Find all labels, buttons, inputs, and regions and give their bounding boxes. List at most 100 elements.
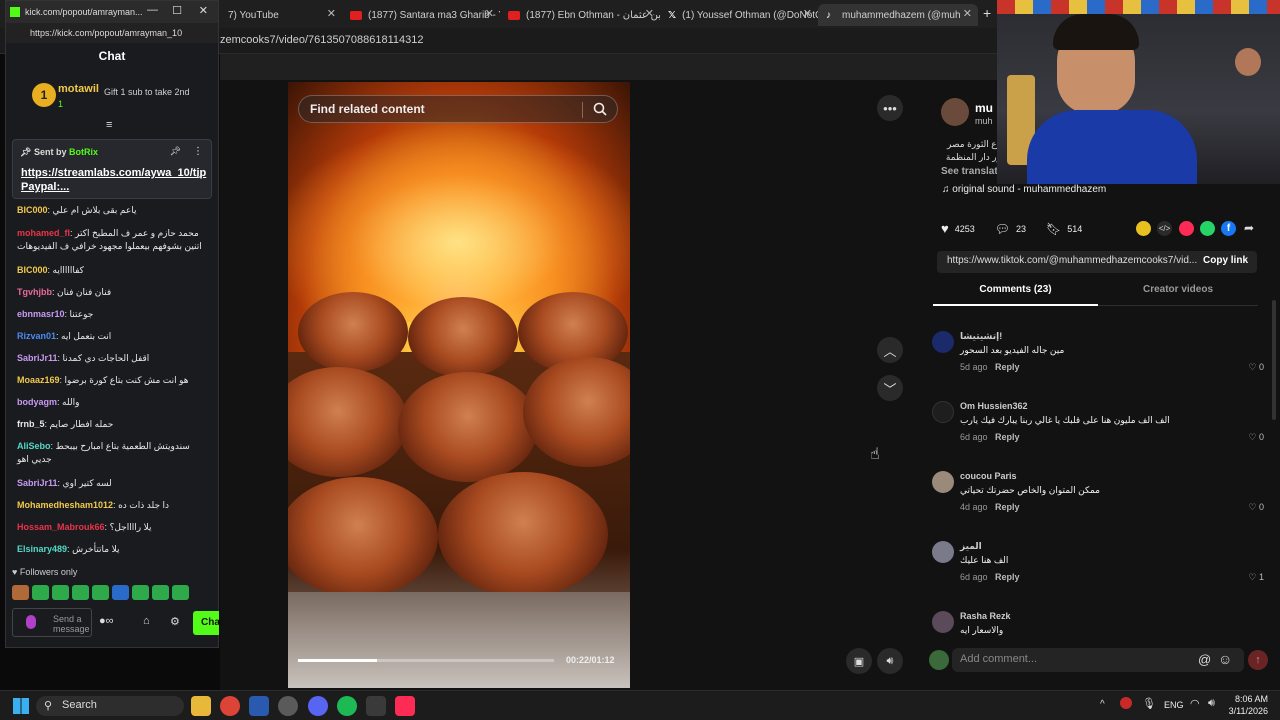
post-comment-button[interactable]: ↑: [1248, 650, 1268, 670]
tab-ebn-othman[interactable]: (1877) Ebn Othman - ابن عثمان ✕: [500, 4, 660, 26]
pinned-bot-name[interactable]: BotRix: [69, 147, 98, 157]
comment-stat[interactable]: 💬︎ 23: [995, 222, 1026, 236]
chat-username[interactable]: mohamed_fl: [17, 228, 70, 238]
commenter-name[interactable]: Om Hussien362: [960, 401, 1028, 411]
facebook-icon[interactable]: f: [1221, 221, 1236, 236]
chat-username[interactable]: Hossam_Mabrouk66: [17, 522, 105, 532]
close-icon[interactable]: ✕: [485, 7, 494, 20]
commenter-name[interactable]: إتشيتيشا!: [960, 331, 1002, 342]
chat-username[interactable]: Mohamedhesham1012: [17, 500, 113, 510]
commenter-avatar[interactable]: [932, 471, 954, 493]
tab-comments[interactable]: Comments (23): [933, 284, 1098, 306]
chat-username[interactable]: frnb_5: [17, 419, 45, 429]
microphone-icon[interactable]: 🎙︎: [1142, 697, 1156, 710]
reply-button[interactable]: Reply: [995, 432, 1020, 442]
volume-button[interactable]: 🔊︎: [877, 648, 903, 674]
sound-row[interactable]: ♫ original sound - muhammedhazem: [942, 184, 1106, 195]
chat-username[interactable]: Moaaz169: [17, 375, 60, 385]
commenter-avatar[interactable]: [932, 401, 954, 423]
emote[interactable]: [172, 585, 189, 600]
tab-creator-videos[interactable]: Creator videos: [1098, 284, 1258, 295]
comment-like[interactable]: ♡ 0: [1248, 362, 1264, 373]
windows-start-icon[interactable]: [13, 698, 29, 714]
share-arrow-icon[interactable]: ➦: [1244, 221, 1254, 235]
app-icon[interactable]: [366, 696, 386, 716]
commenter-name[interactable]: Rasha Rezk: [960, 611, 1011, 621]
see-translation-link[interactable]: See translati: [941, 166, 1000, 177]
reply-button[interactable]: Reply: [995, 362, 1020, 372]
chat-url-bar[interactable]: https://kick.com/popout/amrayman_10: [6, 23, 218, 43]
send-icon[interactable]: [1179, 221, 1194, 236]
store-icon[interactable]: ⌂: [143, 615, 150, 627]
emote[interactable]: [52, 585, 69, 600]
maximize-icon[interactable]: ☐: [172, 4, 182, 17]
chat-username[interactable]: bodyagm: [17, 397, 57, 407]
tray-app-icon[interactable]: [1120, 697, 1132, 709]
video-progress-bar[interactable]: [298, 659, 554, 662]
comment-like[interactable]: ♡ 1: [1248, 572, 1264, 583]
pinned-link-text[interactable]: https://streamlabs.com/aywa_10/tip: [21, 167, 206, 179]
search-icon[interactable]: [593, 102, 607, 116]
wifi-icon[interactable]: ◠: [1190, 697, 1200, 710]
chevron-down-icon[interactable]: ⌄: [195, 170, 203, 181]
emote[interactable]: [32, 585, 49, 600]
language-indicator[interactable]: ENG: [1164, 700, 1184, 710]
close-icon[interactable]: ✕: [199, 4, 208, 17]
commenter-avatar[interactable]: [932, 611, 954, 633]
new-tab-button[interactable]: +: [983, 5, 991, 21]
save-stat[interactable]: 🔖︎ 514: [1046, 222, 1082, 236]
author-name[interactable]: mu: [975, 101, 993, 115]
gear-icon[interactable]: ⚙: [170, 615, 180, 628]
spotify-icon[interactable]: [337, 696, 357, 716]
chat-username[interactable]: ebnmasr10: [17, 309, 65, 319]
discord-icon[interactable]: [308, 696, 328, 716]
address-url[interactable]: zemcooks7/video/7613507088618114312: [220, 34, 423, 46]
send-message-input[interactable]: Send a message: [12, 608, 92, 637]
reply-button[interactable]: Reply: [995, 502, 1020, 512]
emote[interactable]: [92, 585, 109, 600]
more-options-button[interactable]: •••: [877, 95, 903, 121]
whatsapp-icon[interactable]: [1200, 221, 1215, 236]
comment-like[interactable]: ♡ 0: [1248, 502, 1264, 513]
filter-icon[interactable]: ≡: [106, 119, 112, 131]
more-vertical-icon[interactable]: ⋮: [193, 146, 203, 157]
commenter-avatar[interactable]: [932, 541, 954, 563]
tab-santara[interactable]: (1877) Santara ma3 Gharib - Yo ✕: [342, 4, 500, 26]
find-related-search[interactable]: Find related content: [298, 95, 618, 123]
microphone-icon[interactable]: [26, 615, 36, 629]
chat-username[interactable]: Elsinary489: [17, 544, 67, 554]
app-icon[interactable]: [278, 696, 298, 716]
tab-tiktok-active[interactable]: ♪ muhammedhazem (@muh ✕: [818, 4, 978, 26]
emote[interactable]: [12, 585, 29, 600]
chat-username[interactable]: SabriJr11: [17, 353, 58, 363]
chat-username[interactable]: Tgvhjbb: [17, 287, 52, 297]
close-icon[interactable]: ✕: [327, 7, 336, 20]
mention-icon[interactable]: @: [1198, 652, 1211, 667]
like-stat[interactable]: ♥ 4253: [941, 221, 975, 236]
embed-icon[interactable]: </>: [1157, 221, 1172, 236]
comments-scrollbar[interactable]: [1272, 300, 1276, 420]
emote[interactable]: [152, 585, 169, 600]
reply-button[interactable]: Reply: [995, 572, 1020, 582]
comment-like[interactable]: ♡ 0: [1248, 432, 1264, 443]
pip-button[interactable]: ▣: [846, 648, 872, 674]
close-icon[interactable]: ✕: [645, 7, 654, 20]
unpin-icon[interactable]: 📌︎: [170, 146, 181, 157]
copy-link-button[interactable]: Copy link: [1203, 255, 1248, 266]
next-video-button[interactable]: ﹀: [877, 375, 903, 401]
gift-sub-prompt[interactable]: Gift 1 sub to take 2nd: [104, 87, 204, 97]
commenter-name[interactable]: coucou Paris: [960, 471, 1017, 481]
tab-x-youssef[interactable]: 𝕏 (1) Youssef Othman (@DoNotC ✕: [660, 4, 818, 26]
taskbar-clock[interactable]: 8:06 AM 3/11/2026: [1229, 693, 1268, 717]
chat-username[interactable]: Rizvan01: [17, 331, 56, 341]
emoji-picker-icon[interactable]: ●∞: [99, 615, 114, 627]
tiktok-icon[interactable]: [395, 696, 415, 716]
chat-send-button[interactable]: Chat: [193, 611, 223, 635]
volume-icon[interactable]: 🔊︎: [1208, 697, 1215, 710]
commenter-name[interactable]: الميز: [960, 541, 982, 552]
commenter-avatar[interactable]: [932, 331, 954, 353]
chat-username[interactable]: BIC000: [17, 265, 48, 275]
emoji-icon[interactable]: ☺: [1218, 651, 1232, 667]
repost-icon[interactable]: [1136, 221, 1151, 236]
file-explorer-icon[interactable]: [191, 696, 211, 716]
